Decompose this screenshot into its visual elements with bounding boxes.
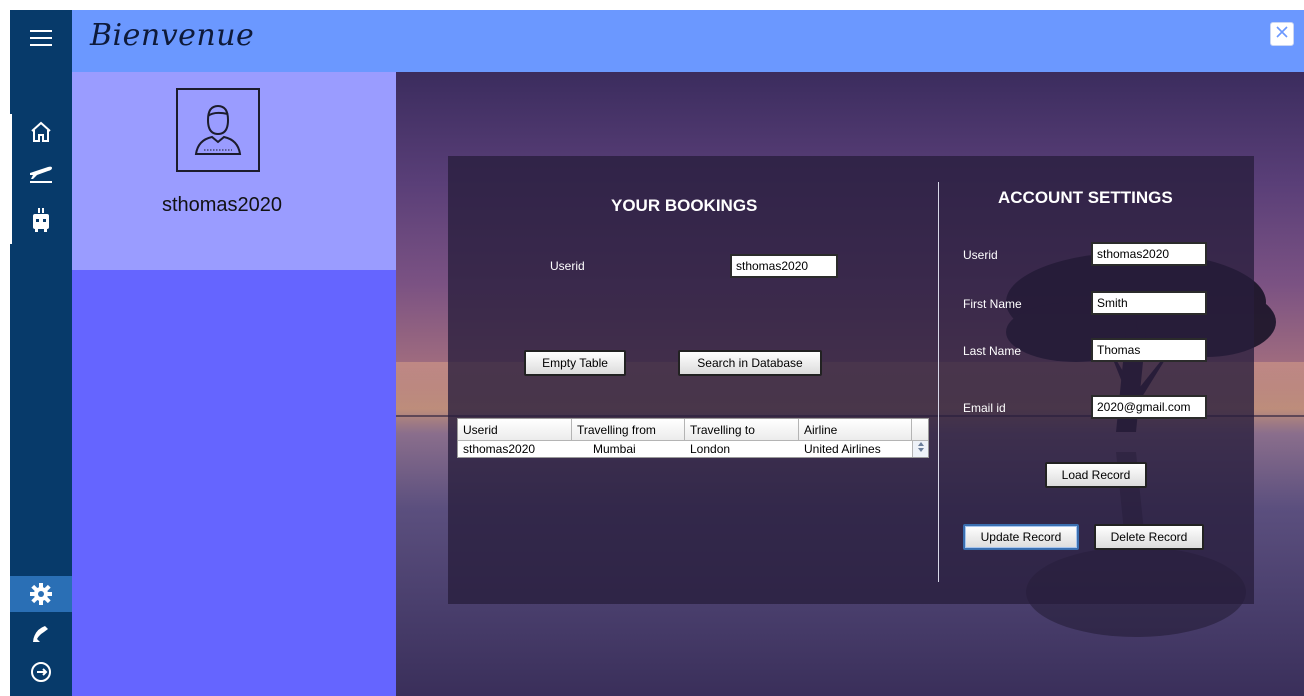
settings-icon bbox=[29, 582, 53, 606]
email-input[interactable]: 2020@gmail.com bbox=[1091, 395, 1207, 419]
profile-username: sthomas2020 bbox=[161, 194, 283, 216]
last-name-label: Last Name bbox=[963, 344, 1022, 358]
settings-button[interactable] bbox=[10, 576, 72, 612]
logout-button[interactable] bbox=[10, 654, 72, 690]
phone-icon bbox=[29, 622, 53, 646]
column-header-corner bbox=[912, 419, 928, 441]
email-label: Email id bbox=[963, 401, 1006, 415]
account-userid-input[interactable]: sthomas2020 bbox=[1091, 242, 1207, 266]
luggage-button[interactable] bbox=[10, 202, 72, 238]
column-header-userid[interactable]: Userid bbox=[458, 419, 572, 441]
cell-airline: United Airlines bbox=[804, 442, 881, 456]
bookings-userid-input[interactable]: sthomas2020 bbox=[730, 254, 838, 278]
nav-rail bbox=[10, 10, 72, 696]
column-header-airline[interactable]: Airline bbox=[799, 419, 912, 441]
cell-travelling-to: London bbox=[690, 442, 731, 456]
column-header-travelling-from[interactable]: Travelling from bbox=[572, 419, 685, 441]
contact-button[interactable] bbox=[10, 616, 72, 652]
search-database-button[interactable]: Search in Database bbox=[678, 350, 822, 376]
table-row[interactable]: sthomas2020 Mumbai London United Airline… bbox=[458, 441, 912, 457]
brand-title: Bienvenue bbox=[90, 18, 255, 53]
bookings-table: Userid Travelling from Travelling to Air… bbox=[457, 418, 929, 458]
user-avatar-icon bbox=[192, 100, 244, 161]
first-name-input[interactable]: Smith bbox=[1091, 291, 1207, 315]
home-button[interactable] bbox=[10, 114, 72, 150]
table-scrollbar[interactable] bbox=[912, 441, 928, 457]
load-record-button[interactable]: Load Record bbox=[1045, 462, 1147, 488]
profile-panel-fill bbox=[72, 270, 396, 696]
cell-travelling-from: Mumbai bbox=[593, 442, 636, 456]
empty-table-button[interactable]: Empty Table bbox=[524, 350, 626, 376]
close-icon bbox=[1276, 25, 1288, 43]
flights-button[interactable] bbox=[10, 154, 72, 190]
panel-divider bbox=[938, 182, 939, 582]
first-name-label: First Name bbox=[963, 297, 1022, 311]
bookings-title: YOUR BOOKINGS bbox=[611, 196, 758, 215]
profile-card: sthomas2020 bbox=[72, 72, 396, 270]
avatar bbox=[176, 88, 260, 172]
top-strip bbox=[0, 0, 1304, 10]
flight-icon bbox=[28, 160, 54, 184]
last-name-input[interactable]: Thomas bbox=[1091, 338, 1207, 362]
update-record-button[interactable]: Update Record bbox=[963, 524, 1079, 550]
menu-button[interactable] bbox=[10, 20, 72, 56]
logout-icon bbox=[29, 660, 53, 684]
home-icon bbox=[29, 120, 53, 144]
account-title: ACCOUNT SETTINGS bbox=[998, 188, 1173, 207]
menu-icon bbox=[29, 28, 53, 48]
cell-userid: sthomas2020 bbox=[463, 442, 536, 456]
bookings-userid-label: Userid bbox=[550, 259, 585, 273]
account-userid-label: Userid bbox=[963, 248, 998, 262]
delete-record-button[interactable]: Delete Record bbox=[1094, 524, 1204, 550]
scroll-arrows-icon bbox=[917, 440, 925, 458]
column-header-travelling-to[interactable]: Travelling to bbox=[685, 419, 799, 441]
header-bar: Bienvenue bbox=[72, 10, 1304, 72]
luggage-icon bbox=[30, 207, 52, 233]
table-header: Userid Travelling from Travelling to Air… bbox=[458, 419, 928, 441]
app-window: Bienvenue sthomas2020 YOUR BOOKINGS User… bbox=[0, 0, 1304, 696]
close-button[interactable] bbox=[1270, 22, 1294, 46]
